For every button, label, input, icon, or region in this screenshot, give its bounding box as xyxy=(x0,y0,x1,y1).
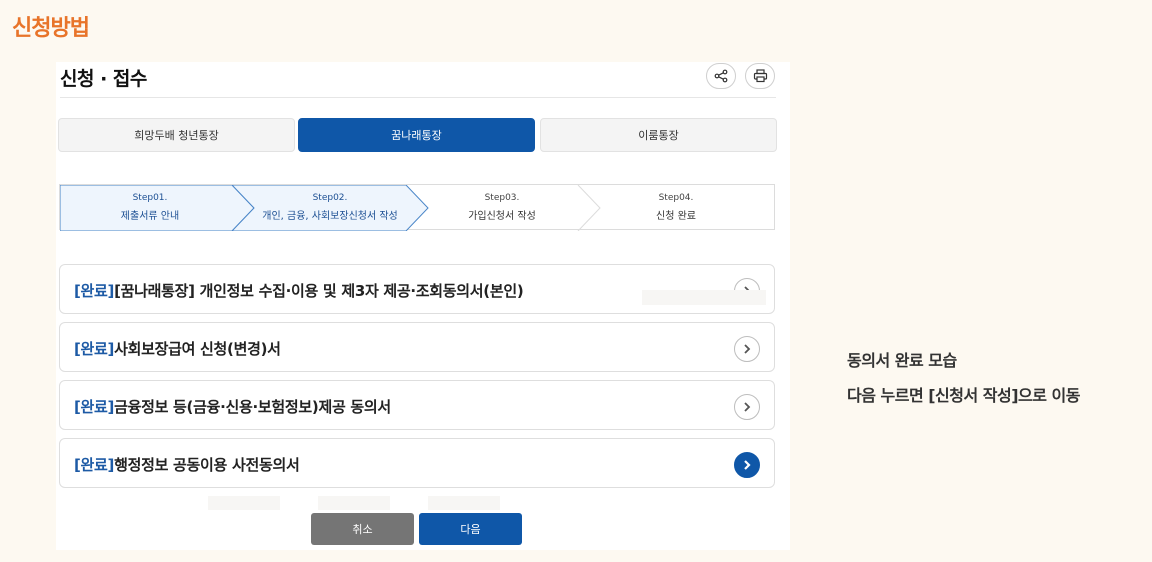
consent-item-title: 사회보장급여 신청(변경)서 xyxy=(114,340,281,358)
step-1-label: 제출서류 안내 xyxy=(120,211,180,222)
step-3: Step03. 가입신청서 작성 xyxy=(417,193,587,222)
status-tag: [완료] xyxy=(74,340,115,358)
consent-item-title: [꿈나래통장] 개인정보 수집·이용 및 제3자 제공·조회동의서(본인) xyxy=(114,282,524,300)
step-4-label: 신청 완료 xyxy=(656,211,696,222)
chevron-right-icon[interactable] xyxy=(734,452,760,478)
tab-hope-double[interactable]: 희망두배 청년통장 xyxy=(58,118,295,152)
step-4-number: Step04. xyxy=(658,193,694,203)
program-tabs: 희망두배 청년통장 꿈나래통장 이룸통장 xyxy=(58,118,777,152)
step-3-number: Step03. xyxy=(484,193,520,203)
next-button[interactable]: 다음 xyxy=(419,513,522,545)
consent-item-label: [완료][꿈나래통장] 개인정보 수집·이용 및 제3자 제공·조회동의서(본인… xyxy=(74,280,524,301)
step-2: Step02. 개인, 금융, 사회보장신청서 작성 xyxy=(245,193,415,222)
step-2-label: 개인, 금융, 사회보장신청서 작성 xyxy=(262,211,398,222)
tab-irum[interactable]: 이룸통장 xyxy=(540,118,777,152)
step-3-label: 가입신청서 작성 xyxy=(468,211,536,222)
status-tag: [완료] xyxy=(74,282,115,300)
step-progress: Step01. 제출서류 안내 Step02. 개인, 금융, 사회보장신청서 … xyxy=(59,184,775,231)
section-title: 신청방법 xyxy=(12,16,90,41)
panel-header: 신청 · 접수 xyxy=(60,62,776,98)
tab-dream-wing[interactable]: 꿈나래통장 xyxy=(298,118,535,152)
chevron-right-icon[interactable] xyxy=(734,394,760,420)
application-panel: 신청 · 접수 희망두배 청년통장 꿈나래통장 이룸통장 Step01. 제출서… xyxy=(56,62,790,550)
consent-item-privacy[interactable]: [완료][꿈나래통장] 개인정보 수집·이용 및 제3자 제공·조회동의서(본인… xyxy=(59,264,775,314)
consent-item-administrative-info[interactable]: [완료]행정정보 공동이용 사전동의서 xyxy=(59,438,775,488)
step-2-number: Step02. xyxy=(312,193,348,203)
redaction-mask xyxy=(208,496,280,510)
status-tag: [완료] xyxy=(74,456,115,474)
consent-item-title: 행정정보 공동이용 사전동의서 xyxy=(114,456,300,474)
consent-item-label: [완료]사회보장급여 신청(변경)서 xyxy=(74,338,281,359)
redaction-mask xyxy=(318,496,390,510)
redaction-mask xyxy=(642,290,766,305)
cancel-button[interactable]: 취소 xyxy=(311,513,414,545)
status-tag: [완료] xyxy=(74,398,115,416)
chevron-right-icon[interactable] xyxy=(734,336,760,362)
step-1: Step01. 제출서류 안내 xyxy=(65,193,235,222)
consent-item-title: 금융정보 등(금융·신용·보험정보)제공 동의서 xyxy=(114,398,391,416)
redaction-mask xyxy=(428,496,500,510)
print-button[interactable] xyxy=(745,63,775,89)
step-4: Step04. 신청 완료 xyxy=(591,193,761,222)
annotation-note: 다음 누르면 [신청서 작성]으로 이동 xyxy=(847,386,1081,405)
share-button[interactable] xyxy=(706,63,736,89)
print-icon xyxy=(753,69,767,83)
share-icon xyxy=(714,69,728,83)
page-title: 신청 · 접수 xyxy=(60,68,147,90)
consent-item-label: [완료]금융정보 등(금융·신용·보험정보)제공 동의서 xyxy=(74,396,391,417)
annotation-note: 동의서 완료 모습 xyxy=(847,351,957,370)
consent-item-label: [완료]행정정보 공동이용 사전동의서 xyxy=(74,454,300,475)
step-1-number: Step01. xyxy=(132,193,168,203)
consent-item-financial-info[interactable]: [완료]금융정보 등(금융·신용·보험정보)제공 동의서 xyxy=(59,380,775,430)
consent-item-social-security[interactable]: [완료]사회보장급여 신청(변경)서 xyxy=(59,322,775,372)
